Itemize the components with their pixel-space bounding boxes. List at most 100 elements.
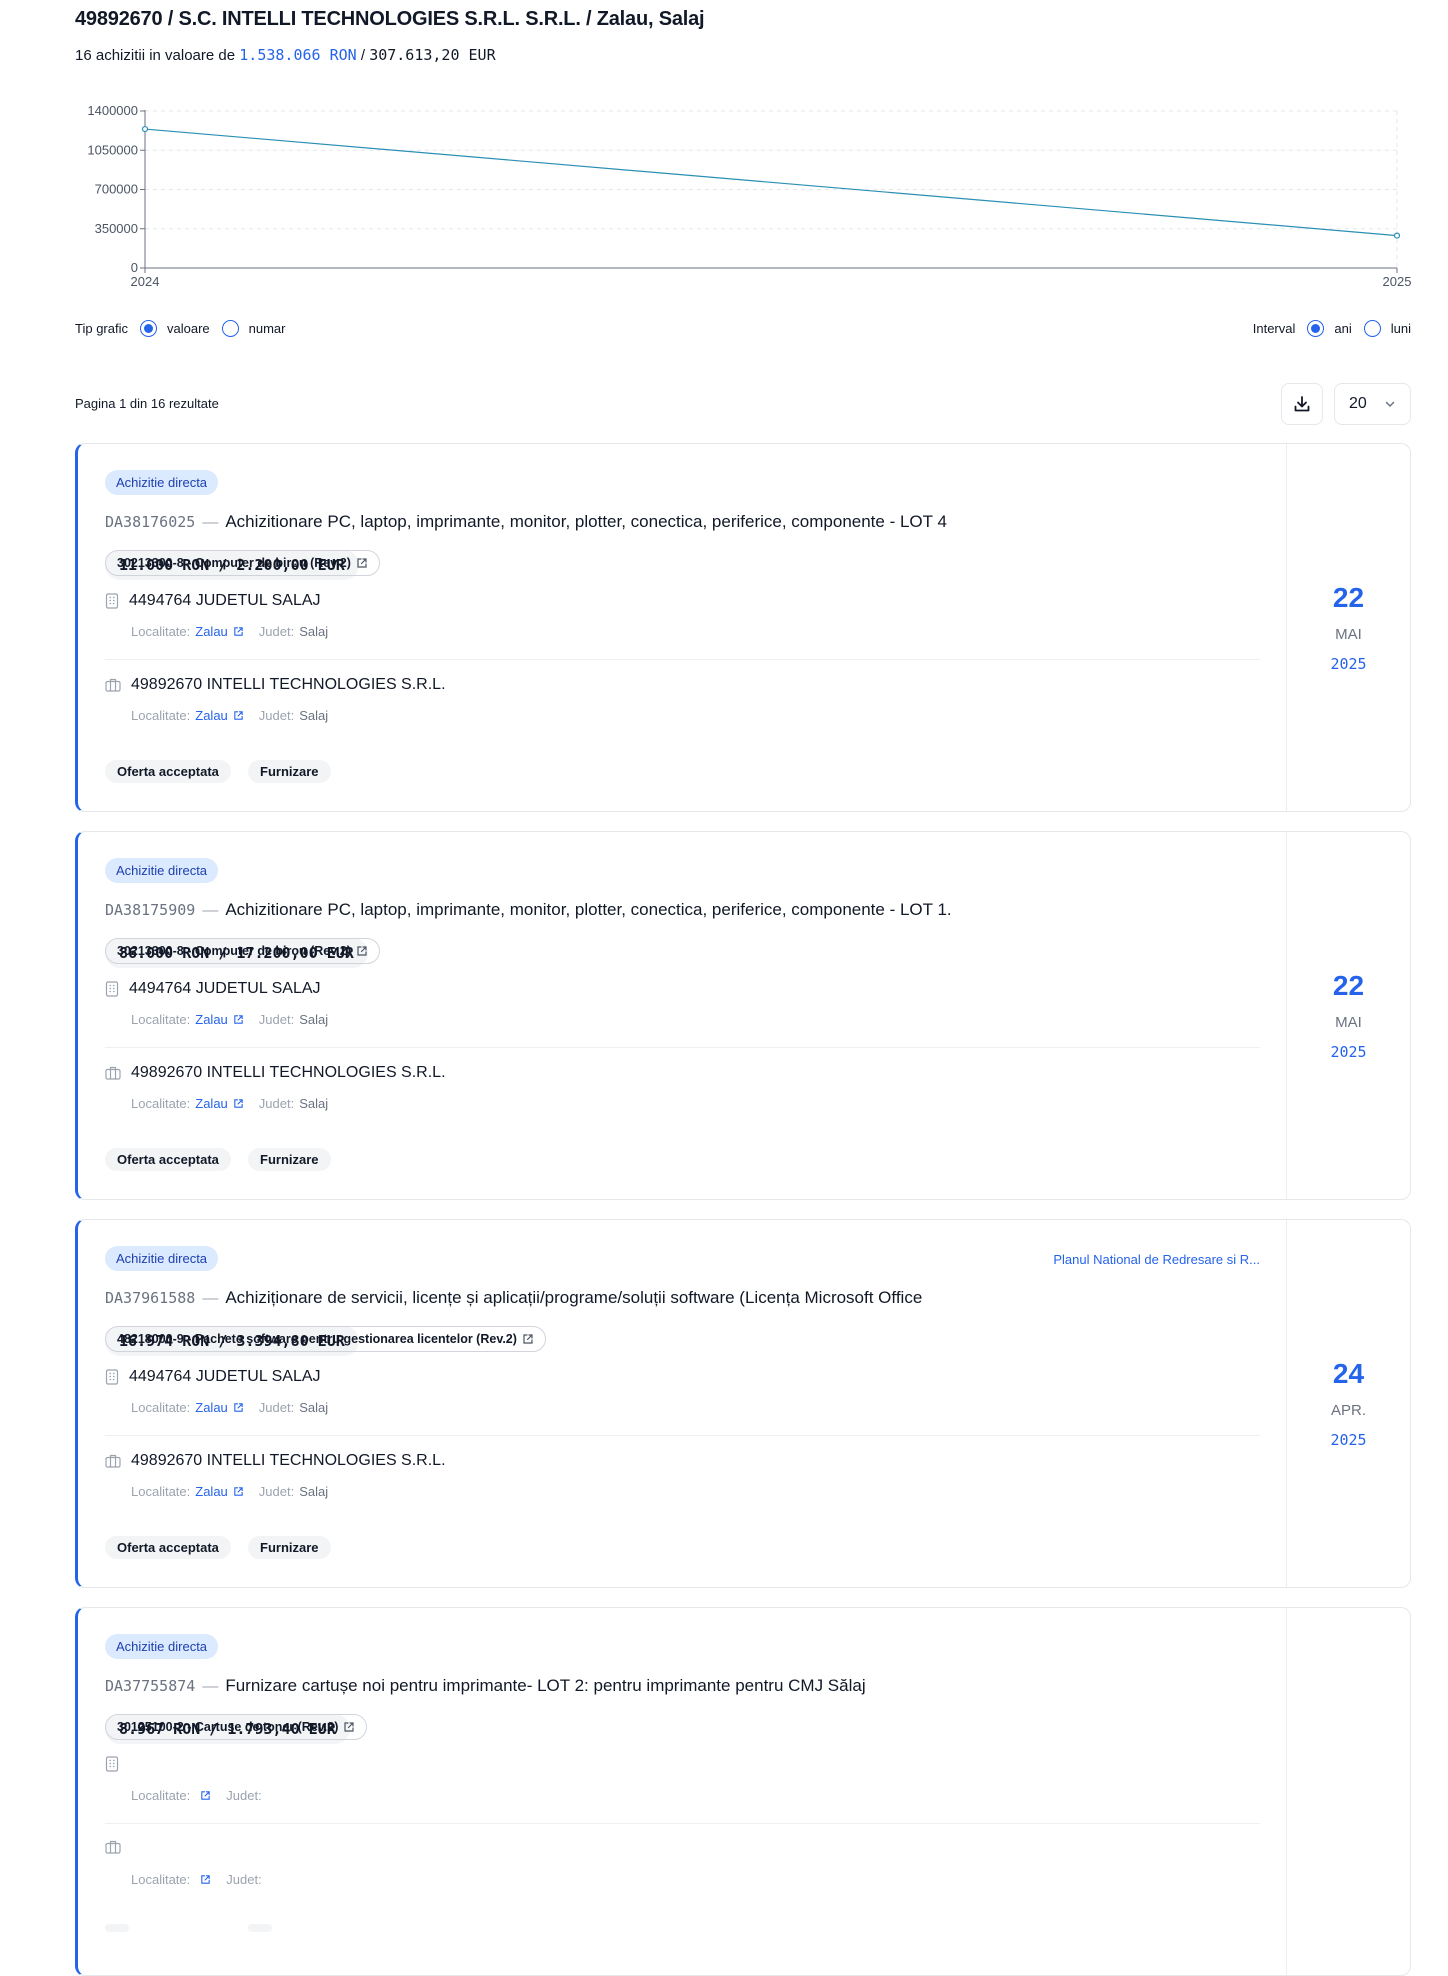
- briefcase-icon: [105, 678, 121, 692]
- cpv-link[interactable]: 30125100-2 - Cartuse de toner (Rev.2): [105, 1714, 368, 1740]
- supplier-city-link[interactable]: Zalau: [195, 1096, 228, 1111]
- radio-value-label[interactable]: valoare: [167, 321, 210, 336]
- date-column: 22 MAI 2025: [1286, 832, 1410, 1199]
- date-year: 2025: [1330, 1431, 1367, 1449]
- localitate-label: Localitate:: [131, 1484, 191, 1499]
- per-page-select[interactable]: 20: [1334, 383, 1411, 425]
- cpv-link[interactable]: 48218000-9 - Pachete software pentru ges…: [105, 1326, 546, 1352]
- radio-number-label[interactable]: numar: [249, 321, 286, 336]
- radio-value[interactable]: [139, 320, 157, 337]
- date-year: 2025: [1330, 655, 1367, 673]
- procurement-title: Achiziționare de servicii, licențe și ap…: [225, 1288, 923, 1307]
- radio-years[interactable]: [1307, 320, 1325, 337]
- chart-type-label: Tip grafic: [75, 321, 128, 336]
- judet-label: Judet:: [258, 1400, 295, 1415]
- supplier-name[interactable]: 49892670 INTELLI TECHNOLOGIES S.R.L.: [131, 676, 446, 694]
- x-tick-label: 2025: [1383, 274, 1411, 289]
- y-tick-label: 700000: [95, 182, 138, 197]
- chart-type-control: Tip grafic valoare numar: [75, 320, 285, 337]
- interval-label: Interval: [1252, 321, 1296, 336]
- supplier-meta: Localitate: Judet:: [131, 1872, 267, 1887]
- external-link-icon: [234, 711, 243, 720]
- headline-dash: —: [202, 1678, 219, 1695]
- authority-row: 4494764 JUDETUL SALAJ: [105, 592, 321, 610]
- localitate-label: Localitate:: [131, 1096, 191, 1111]
- supplier-city-link[interactable]: Zalau: [195, 1484, 228, 1499]
- briefcase-icon: [105, 1840, 121, 1854]
- card-headline[interactable]: DA38176025 — Achizitionare PC, laptop, i…: [105, 512, 947, 532]
- localitate-label: Localitate:: [131, 1400, 191, 1415]
- result-card[interactable]: Achizitie directa DA38176025 — Achizitio…: [75, 443, 1411, 812]
- authority-meta: Localitate: Zalau Judet: Salaj: [131, 1400, 328, 1415]
- per-page-value: 20: [1349, 395, 1367, 412]
- radio-months[interactable]: [1363, 320, 1381, 337]
- radio-years-label[interactable]: ani: [1334, 321, 1351, 336]
- judet-label: Judet:: [226, 1872, 262, 1887]
- data-point: [141, 125, 149, 133]
- status-tag: Oferta acceptata: [105, 1536, 231, 1559]
- headline-dash: —: [202, 902, 219, 919]
- external-link-icon: [234, 1487, 243, 1496]
- date-month: APR.: [1330, 1402, 1366, 1419]
- localitate-label: Localitate:: [131, 1012, 191, 1027]
- authority-name[interactable]: 4494764 JUDETUL SALAJ: [129, 980, 321, 998]
- authority-meta: Localitate: Judet:: [131, 1788, 267, 1803]
- card-headline[interactable]: DA37961588 — Achiziționare de servicii, …: [105, 1288, 922, 1308]
- card-headline[interactable]: DA37755874 — Furnizare cartușe noi pentr…: [105, 1676, 866, 1696]
- date-day: 22: [1332, 970, 1365, 1001]
- localitate-label: Localitate:: [131, 1788, 191, 1803]
- data-point: [1393, 232, 1401, 239]
- status-tag: [105, 1924, 129, 1932]
- total-ron: 1.538.066 RON: [239, 46, 357, 64]
- localitate-label: Localitate:: [131, 708, 191, 723]
- result-card[interactable]: Achizitie directa DA37755874 — Furnizare…: [75, 1607, 1411, 1976]
- program-link[interactable]: Planul National de Redresare si R...: [1053, 1252, 1260, 1267]
- radio-months-label[interactable]: luni: [1391, 321, 1411, 336]
- supplier-row: 49892670 INTELLI TECHNOLOGIES S.R.L.: [105, 1064, 446, 1082]
- radio-number[interactable]: [221, 320, 239, 337]
- supplier-row: 49892670 INTELLI TECHNOLOGIES S.R.L.: [105, 676, 446, 694]
- procurement-code: DA37961588: [105, 1289, 196, 1307]
- external-link-icon: [234, 627, 243, 636]
- authority-name[interactable]: 4494764 JUDETUL SALAJ: [129, 1368, 321, 1386]
- supplier-county: Salaj: [299, 1484, 329, 1499]
- supplier-name[interactable]: 49892670 INTELLI TECHNOLOGIES S.R.L.: [131, 1452, 446, 1470]
- cpv-link[interactable]: 30213300-8 - Computer de birou (Rev.2): [105, 550, 380, 576]
- procurement-code: DA38176025: [105, 513, 196, 531]
- building-icon: [105, 1369, 119, 1385]
- authority-city-link[interactable]: Zalau: [195, 1012, 228, 1027]
- y-tick-label: 0: [131, 260, 138, 275]
- procedure-badge: Achizitie directa: [105, 470, 219, 495]
- cpv-label: 48218000-9 - Pachete software pentru ges…: [117, 1332, 517, 1346]
- external-link-icon: [234, 1015, 243, 1024]
- download-icon: [1294, 396, 1310, 412]
- supplier-meta: Localitate: Zalau Judet: Salaj: [131, 708, 328, 723]
- procurement-code: DA38175909: [105, 901, 196, 919]
- date-column: [1286, 1608, 1410, 1975]
- headline-dash: —: [202, 1290, 219, 1307]
- authority-city-link[interactable]: Zalau: [195, 1400, 228, 1415]
- interval-control: Interval ani luni: [1253, 320, 1411, 337]
- chart-svg: 0 350000 700000 1050000 1400000 2024 2025: [87, 103, 1411, 289]
- supplier-city-link[interactable]: Zalau: [195, 708, 228, 723]
- external-link-icon: [523, 1334, 533, 1344]
- date-month: MAI: [1335, 1014, 1362, 1031]
- building-icon: [105, 593, 119, 609]
- external-link-icon: [201, 1791, 210, 1800]
- supplier-name[interactable]: 49892670 INTELLI TECHNOLOGIES S.R.L.: [131, 1064, 446, 1082]
- y-tick-label: 350000: [95, 221, 138, 236]
- cpv-label: 30213300-8 - Computer de birou (Rev.2): [117, 556, 351, 570]
- authority-county: Salaj: [299, 1400, 329, 1415]
- supplier-meta: Localitate: Zalau Judet: Salaj: [131, 1484, 328, 1499]
- result-card[interactable]: Achizitie directa Planul National de Red…: [75, 1219, 1411, 1588]
- authority-city-link[interactable]: Zalau: [195, 624, 228, 639]
- external-link-icon: [201, 1875, 210, 1884]
- authority-name[interactable]: 4494764 JUDETUL SALAJ: [129, 592, 321, 610]
- authority-county: Salaj: [299, 1012, 329, 1027]
- cpv-link[interactable]: 30213300-8 - Computer de birou (Rev.2): [105, 938, 380, 964]
- card-headline[interactable]: DA38175909 — Achizitionare PC, laptop, i…: [105, 900, 952, 920]
- result-card[interactable]: Achizitie directa DA38175909 — Achizitio…: [75, 831, 1411, 1200]
- download-button[interactable]: [1281, 383, 1323, 425]
- value-chart: 0 350000 700000 1050000 1400000 2024 2025: [75, 98, 1411, 310]
- authority-meta: Localitate: Zalau Judet: Salaj: [131, 1012, 328, 1027]
